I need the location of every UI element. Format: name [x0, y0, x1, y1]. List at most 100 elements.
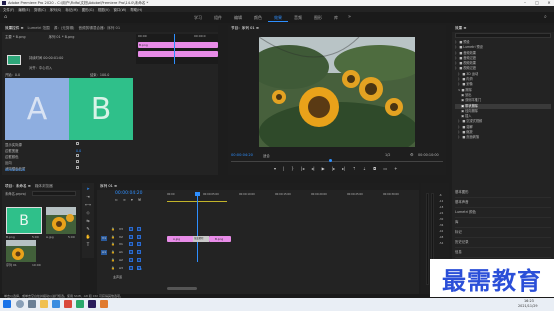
track-name[interactable]: A2 — [119, 258, 123, 262]
ripple-edit-tool-icon[interactable]: ⟷ — [85, 202, 91, 207]
track-name[interactable]: V1 — [119, 242, 123, 246]
timeline-playhead[interactable] — [197, 192, 198, 262]
workspace-tab[interactable]: 效果 — [268, 14, 288, 22]
track-lock-icon[interactable]: 🔒 — [111, 258, 115, 262]
mark-out-icon[interactable]: | — [283, 166, 284, 171]
track-lock-icon[interactable]: 🔒 — [111, 250, 115, 254]
track-select-tool-icon[interactable]: ⇥ — [86, 194, 89, 199]
start-label[interactable]: 开始：0.0 — [5, 72, 20, 77]
effect-property-row[interactable]: 边框宽度 — [5, 148, 19, 153]
transition-duration[interactable]: 持续时间 00:00:01:00 — [29, 55, 63, 60]
wrench-icon[interactable]: ⚒ — [138, 198, 141, 202]
effect-property-row[interactable]: 边框颜色 — [5, 154, 19, 159]
step-forward-icon[interactable]: |▸ — [332, 166, 335, 171]
source-patch-a1[interactable]: A1 — [101, 250, 107, 255]
project-tab[interactable]: 项目：未命名 ≡ — [5, 184, 31, 189]
panel-list-item[interactable]: 标记 — [455, 228, 551, 238]
track-lock-icon[interactable]: 🔒 — [111, 266, 115, 270]
master-volume[interactable]: 0.0 — [137, 267, 142, 271]
panel-list-item[interactable]: Lumetri 颜色 — [455, 208, 551, 218]
app-icon-2[interactable] — [76, 300, 84, 308]
workspace-menu-icon[interactable]: » — [348, 14, 351, 20]
clip-selector[interactable]: 主要 * B.png 序列 01 * B.png — [5, 34, 74, 39]
timeline-playhead-head[interactable] — [195, 192, 200, 196]
track-visibility-icon[interactable] — [137, 258, 141, 262]
workspace-tab[interactable]: 图形 — [308, 14, 328, 22]
checkbox[interactable] — [76, 142, 79, 145]
panel-list-item[interactable]: 历史记录 — [455, 238, 551, 248]
effects-search[interactable] — [455, 33, 551, 38]
step-back-icon[interactable]: ◂| — [311, 166, 314, 171]
track-visibility-icon[interactable] — [137, 227, 141, 231]
premiere-taskbar-icon[interactable] — [88, 300, 96, 308]
go-to-out-icon[interactable]: ▸| — [342, 166, 345, 171]
effect-property-row[interactable]: 反向 — [5, 160, 12, 165]
effect-controls-tab[interactable]: 效果控件 ≡ — [5, 26, 24, 31]
track-toggle-icon[interactable] — [129, 266, 133, 270]
settings-icon[interactable]: ⚙ — [410, 152, 414, 157]
resolution-dropdown[interactable]: 1/2 — [385, 153, 390, 157]
search-taskbar-icon[interactable] — [16, 300, 24, 308]
track-name[interactable]: A3 — [119, 266, 123, 270]
program-playhead-icon[interactable] — [329, 159, 332, 162]
link-icon[interactable]: ∞ — [123, 198, 126, 202]
timeline-scrollbar[interactable] — [167, 287, 197, 290]
track-name[interactable]: V3 — [119, 227, 123, 231]
hand-tool-icon[interactable]: ✋ — [86, 234, 91, 239]
workspace-tab[interactable]: 音频 — [288, 14, 308, 22]
menu-item[interactable]: 剪辑(C) — [34, 7, 46, 12]
file-explorer-icon[interactable] — [40, 300, 48, 308]
menu-item[interactable]: 标记(M) — [65, 7, 77, 12]
project-search[interactable] — [32, 191, 76, 196]
track-visibility-icon[interactable] — [137, 235, 141, 239]
go-to-in-icon[interactable]: |◂ — [301, 166, 304, 171]
mini-transition-bar[interactable] — [138, 51, 218, 57]
track-lock-icon[interactable]: 🔒 — [111, 227, 115, 231]
checkbox[interactable] — [76, 160, 79, 163]
workspace-tab[interactable]: 颜色 — [248, 14, 268, 22]
timeline-timecode[interactable]: 00:00:04:20 — [115, 191, 142, 196]
effect-controls-tab[interactable]: 源：(无剪辑) — [54, 26, 75, 31]
project-tab[interactable]: 媒体浏览器 — [35, 184, 53, 189]
marker-icon[interactable]: ▾ — [131, 198, 133, 202]
home-icon[interactable]: ⌂ — [4, 14, 10, 20]
panel-list-item[interactable]: 库 — [455, 218, 551, 228]
menu-item[interactable]: 序列(S) — [50, 7, 62, 12]
menu-item[interactable]: 编辑(E) — [18, 7, 30, 12]
source-patch-v1[interactable]: V1 — [101, 236, 107, 241]
track-toggle-icon[interactable] — [129, 242, 133, 246]
browser-icon[interactable] — [52, 300, 60, 308]
task-view-icon[interactable] — [28, 300, 36, 308]
panel-list-item[interactable]: 基本图形 — [455, 188, 551, 198]
timeline-ruler[interactable]: 00:00 00:00:05:00 00:00:10:00 00:00:15:00 00… — [167, 193, 417, 201]
mini-clip-bar[interactable]: B.png — [138, 42, 218, 48]
border-width-value[interactable]: 0.0 — [76, 149, 81, 153]
panel-list-item[interactable]: 基本声音 — [455, 198, 551, 208]
start-icon[interactable] — [3, 300, 11, 308]
search-icon[interactable]: ⌕ — [544, 14, 547, 20]
track-name[interactable]: 主声道 — [113, 275, 122, 279]
track-visibility-icon[interactable] — [137, 242, 141, 246]
effect-property-row[interactable]: 显示实际源 — [5, 142, 22, 147]
slip-tool-icon[interactable]: ⇆ — [86, 218, 89, 223]
fit-dropdown[interactable]: 适合 — [263, 153, 270, 158]
track-toggle-icon[interactable] — [129, 227, 133, 231]
pen-tool-icon[interactable]: ✎ — [86, 226, 89, 231]
track-toggle-icon[interactable] — [129, 235, 133, 239]
razor-tool-icon[interactable]: ◇ — [86, 210, 89, 215]
transition-clip[interactable]: 渐变擦除 — [193, 236, 209, 242]
track-toggle-icon[interactable] — [129, 250, 133, 254]
track-name[interactable]: A1 — [119, 250, 123, 254]
track-name[interactable]: V2 — [119, 235, 123, 239]
align-label[interactable]: 对齐：中心切入 — [29, 65, 52, 70]
workspace-tab[interactable]: 学习 — [188, 14, 208, 22]
checkbox[interactable] — [76, 154, 79, 157]
snap-icon[interactable]: ⊂ — [115, 198, 118, 202]
menu-item[interactable]: 图形(G) — [82, 7, 94, 12]
extract-icon[interactable]: ⇣ — [363, 166, 366, 171]
type-tool-icon[interactable]: T — [87, 242, 89, 247]
mark-out-2-icon[interactable]: } — [291, 166, 294, 171]
track-toggle-icon[interactable] — [129, 258, 133, 262]
project-item-a[interactable] — [46, 207, 76, 234]
panel-list-item[interactable]: 信息 — [455, 248, 551, 258]
